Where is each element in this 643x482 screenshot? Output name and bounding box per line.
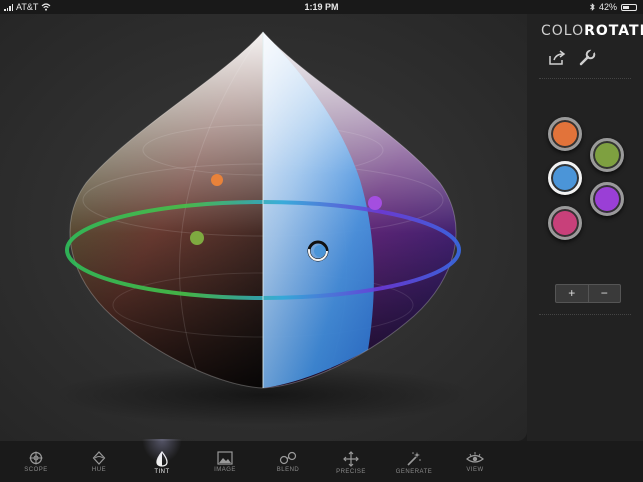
- precise-icon: [343, 451, 359, 467]
- bluetooth-icon: [590, 3, 595, 11]
- color-point-purple[interactable]: [368, 196, 382, 210]
- color-space-viewer[interactable]: [0, 14, 527, 441]
- hue-icon: [92, 451, 106, 465]
- battery-icon: [621, 3, 637, 11]
- swatch-blue-selected[interactable]: [548, 161, 582, 195]
- remove-swatch-button[interactable]: −: [587, 285, 621, 302]
- swatch-purple[interactable]: [590, 182, 624, 216]
- tab-label: GENERATE: [395, 469, 433, 475]
- wrench-icon[interactable]: [577, 48, 597, 68]
- tab-scope[interactable]: SCOPE: [12, 441, 60, 482]
- tab-label: PRECISE: [336, 469, 366, 475]
- swatch-pink[interactable]: [548, 206, 582, 240]
- divider: [539, 314, 631, 315]
- tab-label: VIEW: [466, 467, 484, 473]
- divider: [539, 78, 631, 79]
- status-right: 42%: [590, 2, 637, 12]
- status-bar: AT&T 1:19 PM 42%: [0, 0, 643, 14]
- tab-image[interactable]: IMAGE: [201, 441, 249, 482]
- tab-tint[interactable]: TINT: [138, 439, 186, 482]
- blend-icon: [279, 451, 297, 465]
- color-point-orange[interactable]: [211, 174, 223, 186]
- tab-view[interactable]: VIEW: [451, 441, 499, 482]
- swatch-orange[interactable]: [548, 117, 582, 151]
- tab-label: IMAGE: [214, 467, 236, 473]
- side-panel: COLOROTATE + −: [527, 14, 643, 441]
- generate-icon: [407, 452, 421, 466]
- color-space-canvas[interactable]: [0, 14, 527, 441]
- swatch-count-stepper: + −: [555, 284, 621, 303]
- tab-precise[interactable]: PRECISE: [327, 441, 375, 482]
- add-swatch-button[interactable]: +: [556, 285, 588, 302]
- battery-percent: 42%: [598, 2, 617, 12]
- tab-label: HUE: [91, 467, 107, 473]
- tab-bar: SCOPE HUE TINT IMAGE BLEND PRECISE GENER…: [0, 439, 643, 482]
- app-title: COLOROTATE: [541, 23, 643, 39]
- share-icon[interactable]: [547, 48, 567, 68]
- tab-hue[interactable]: HUE: [75, 441, 123, 482]
- tab-label: TINT: [154, 469, 170, 475]
- color-point-green[interactable]: [190, 231, 204, 245]
- tab-label: BLEND: [276, 467, 300, 473]
- scope-icon: [29, 451, 43, 465]
- clock: 1:19 PM: [304, 2, 339, 12]
- view-icon: [466, 452, 484, 463]
- tint-icon: [156, 451, 168, 467]
- tab-generate[interactable]: GENERATE: [390, 441, 438, 482]
- tab-label: SCOPE: [24, 467, 48, 473]
- swatch-green[interactable]: [590, 138, 624, 172]
- image-icon: [217, 451, 233, 465]
- tab-blend[interactable]: BLEND: [264, 441, 312, 482]
